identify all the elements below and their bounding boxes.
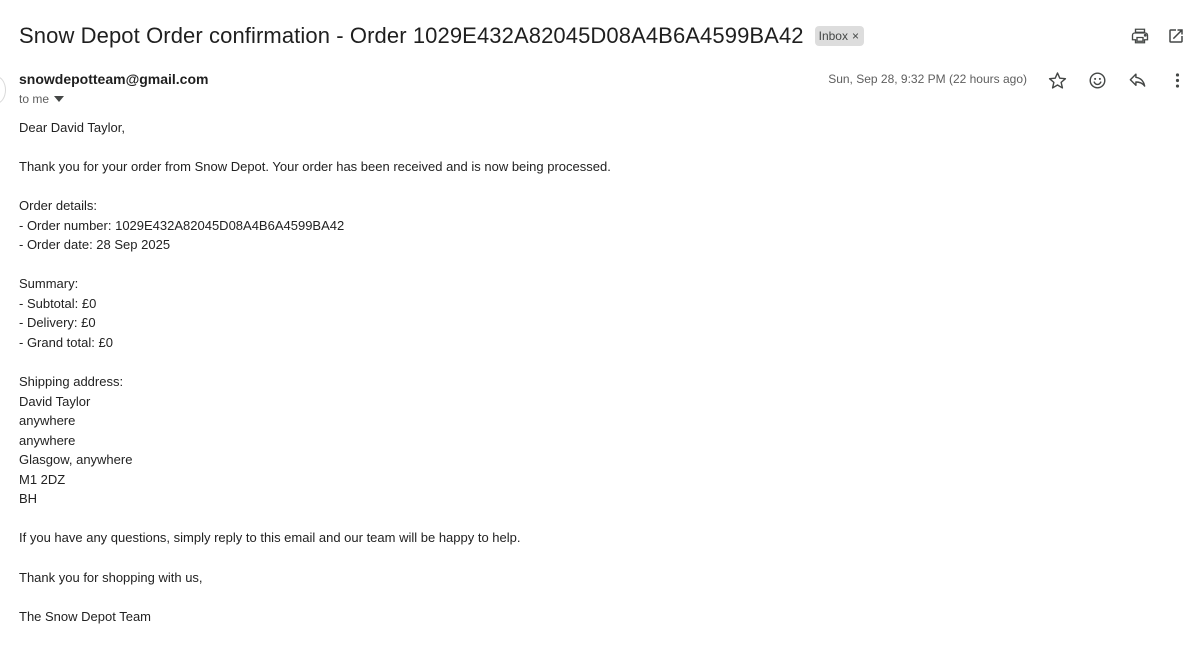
reply-icon[interactable]	[1126, 69, 1148, 91]
side-panel-edge	[0, 76, 6, 104]
address-line: anywhere	[19, 413, 76, 429]
thanks-line: Thank you for shopping with us,	[19, 569, 203, 585]
email-body: Dear David Taylor, Thank you for your or…	[19, 118, 611, 626]
recipient-label: to me	[19, 92, 50, 106]
signature: The Snow Depot Team	[19, 608, 151, 624]
address-line: BH	[19, 491, 38, 507]
intro-paragraph: Thank you for your order from Snow Depot…	[19, 159, 611, 175]
order-details-heading: Order details:	[19, 198, 98, 214]
label-chip-text: Inbox	[818, 29, 848, 43]
email-date: Sun, Sep 28, 9:32 PM (22 hours ago)	[828, 72, 1027, 86]
address-line: M1 2DZ	[19, 471, 66, 487]
subtotal-line: - Subtotal: £0	[19, 295, 97, 311]
delivery-line: - Delivery: £0	[19, 315, 96, 331]
open-in-new-window-icon[interactable]	[1165, 25, 1187, 47]
caret-down-icon	[54, 96, 65, 102]
subject-row: Snow Depot Order confirmation - Order 10…	[19, 20, 864, 52]
address-line: David Taylor	[19, 393, 91, 409]
questions-paragraph: If you have any questions, simply reply …	[19, 530, 521, 546]
more-vertical-icon[interactable]	[1166, 69, 1188, 91]
summary-heading: Summary:	[19, 276, 79, 292]
greeting: Dear David Taylor,	[19, 120, 125, 135]
address-line: anywhere	[19, 432, 76, 448]
recipient-details-toggle[interactable]: to me	[19, 92, 65, 106]
grand-total-line: - Grand total: £0	[19, 335, 113, 351]
shipping-address-heading: Shipping address:	[19, 374, 124, 390]
order-date-line: - Order date: 28 Sep 2025	[19, 237, 171, 253]
order-number-line: - Order number: 1029E432A82045D08A4B6A45…	[19, 217, 345, 233]
sender-email[interactable]: snowdepotteam@gmail.com	[19, 71, 208, 87]
email-subject: Snow Depot Order confirmation - Order 10…	[19, 23, 804, 48]
emoji-icon[interactable]	[1086, 69, 1108, 91]
remove-label-icon[interactable]: ×	[852, 28, 859, 44]
star-icon[interactable]	[1046, 69, 1068, 91]
inbox-label-chip[interactable]: Inbox ×	[814, 26, 864, 46]
address-line: Glasgow, anywhere	[19, 452, 133, 468]
print-icon[interactable]	[1129, 25, 1151, 47]
